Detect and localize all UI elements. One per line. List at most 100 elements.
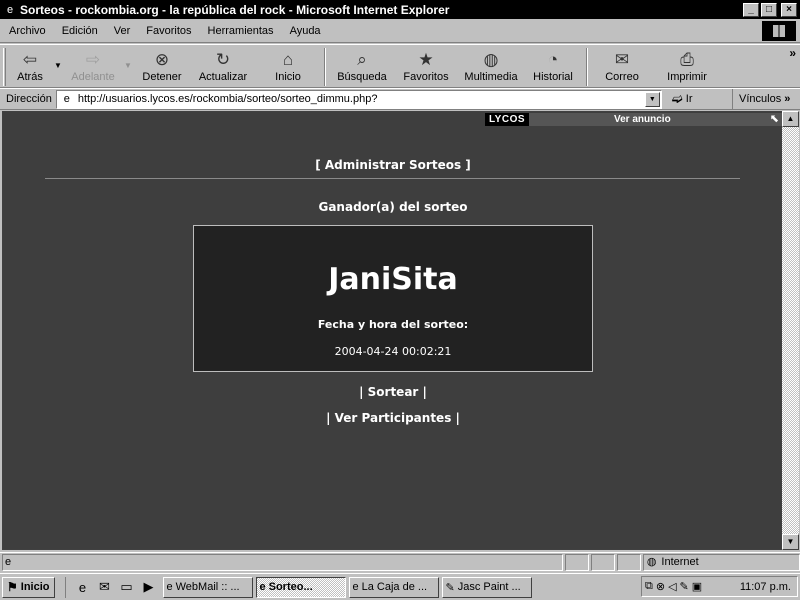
back-label: Atrás bbox=[17, 71, 43, 83]
browser-window: e Sorteos - rockombia.org - la república… bbox=[0, 0, 800, 600]
paint-task-icon: ✎ bbox=[445, 581, 455, 594]
start-label: Inicio bbox=[20, 581, 50, 593]
links-more-chevron: » bbox=[784, 93, 791, 105]
ad-banner[interactable]: Ver anuncio bbox=[529, 113, 783, 126]
ad-link[interactable]: Ver anuncio bbox=[614, 113, 671, 126]
network-icon[interactable]: ⧉ bbox=[645, 580, 653, 593]
search-label: Búsqueda bbox=[337, 71, 387, 83]
scroll-up-button[interactable]: ▲ bbox=[782, 111, 799, 127]
task-label: Sorteo... bbox=[268, 581, 313, 593]
history-label: Historial bbox=[533, 71, 573, 83]
home-label: Inicio bbox=[275, 71, 301, 83]
page-icon: e bbox=[63, 93, 70, 105]
ie-logo-icon: e bbox=[6, 3, 14, 16]
taskbar: ⚑ Inicio e ✉ ▭ ▶ e WebMail :: ... e Sorteo… bbox=[0, 573, 800, 600]
status-cell bbox=[591, 554, 615, 571]
go-button[interactable]: ➫ Ir bbox=[672, 91, 693, 107]
vertical-scrollbar[interactable]: ▲ ▼ bbox=[782, 111, 799, 550]
address-url[interactable]: http://usuarios.lycos.es/rockombia/sorte… bbox=[78, 93, 378, 105]
task-jasc-paint[interactable]: ✎ Jasc Paint ... bbox=[441, 576, 532, 598]
toolbar-grip[interactable] bbox=[3, 48, 6, 86]
show-desktop-icon[interactable]: ▭ bbox=[116, 579, 138, 595]
print-label: Imprimir bbox=[667, 71, 707, 83]
refresh-button[interactable]: ↻ Actualizar bbox=[190, 45, 256, 87]
windows-flag-icon: ⚑ bbox=[7, 580, 18, 594]
status-bar: e ◍ Internet bbox=[0, 552, 800, 572]
zone-label: Internet bbox=[661, 556, 699, 568]
search-button[interactable]: ⌕ Búsqueda bbox=[330, 45, 394, 87]
volume-icon[interactable]: ◁ bbox=[668, 580, 676, 593]
menu-archivo[interactable]: Archivo bbox=[0, 20, 53, 42]
outlook-quicklaunch-icon[interactable]: ✉ bbox=[94, 579, 116, 595]
favorites-button[interactable]: ★ Favoritos bbox=[394, 45, 458, 87]
maximize-button[interactable]: □ bbox=[761, 2, 777, 17]
mail-button[interactable]: ✉ Correo bbox=[592, 45, 652, 87]
tray-app-icon[interactable]: ⊗ bbox=[656, 580, 665, 593]
printer-icon: ⎙ bbox=[680, 50, 694, 69]
task-sorteos[interactable]: e Sorteo... bbox=[255, 576, 346, 598]
back-button[interactable]: ⇦ Atrás bbox=[8, 45, 52, 87]
expand-ad-icon[interactable]: ⬉ bbox=[770, 112, 779, 125]
view-participants-link[interactable]: | Ver Participantes | bbox=[3, 411, 783, 425]
lycos-logo[interactable]: LYCOS bbox=[485, 113, 529, 126]
menu-ayuda[interactable]: Ayuda bbox=[281, 20, 328, 42]
refresh-icon: ↻ bbox=[215, 50, 231, 69]
print-button[interactable]: ⎙ Imprimir bbox=[652, 45, 722, 87]
mail-label: Correo bbox=[605, 71, 639, 83]
start-button[interactable]: ⚑ Inicio bbox=[2, 576, 55, 598]
standard-toolbar: ⇦ Atrás ▼ ⇨ Adelante ▼ ⊗ Detener ↻ Actua… bbox=[0, 44, 800, 88]
task-la-caja[interactable]: e La Caja de ... bbox=[348, 576, 439, 598]
toolbar-separator bbox=[324, 48, 326, 86]
search-icon: ⌕ bbox=[357, 50, 367, 69]
toolbar-more-chevron[interactable]: » bbox=[789, 46, 796, 60]
home-button[interactable]: ⌂ Inicio bbox=[256, 45, 320, 87]
media-globe-icon: ◍ bbox=[483, 50, 499, 69]
forward-arrow-icon: ⇨ bbox=[85, 50, 101, 69]
task-webmail[interactable]: e WebMail :: ... bbox=[162, 576, 253, 598]
clock[interactable]: 11:07 p.m. bbox=[740, 581, 791, 593]
stop-button[interactable]: ⊗ Detener bbox=[134, 45, 190, 87]
links-button[interactable]: Vínculos » bbox=[732, 89, 790, 109]
media-player-icon[interactable]: ▶ bbox=[138, 579, 160, 595]
toolbar-separator bbox=[586, 48, 588, 86]
go-arrow-icon: ➫ bbox=[671, 91, 683, 106]
forward-button[interactable]: ⇨ Adelante bbox=[64, 45, 122, 87]
media-label: Multimedia bbox=[464, 71, 518, 83]
title-bar[interactable]: e Sorteos - rockombia.org - la república… bbox=[0, 0, 800, 19]
minimize-button[interactable]: _ bbox=[743, 2, 759, 17]
back-dropdown-arrow[interactable]: ▼ bbox=[52, 45, 64, 87]
address-label: Dirección bbox=[6, 93, 52, 105]
winner-heading: Ganador(a) del sorteo bbox=[318, 200, 468, 214]
admin-sorteos-link[interactable]: [ Administrar Sorteos ] bbox=[3, 158, 783, 172]
windows-logo-icon bbox=[762, 21, 796, 41]
close-button[interactable]: × bbox=[781, 2, 797, 17]
favorites-folder-icon: ★ bbox=[418, 50, 434, 69]
ie-task-icon: e bbox=[352, 581, 359, 593]
scroll-down-button[interactable]: ▼ bbox=[782, 534, 799, 550]
forward-dropdown-arrow[interactable]: ▼ bbox=[122, 45, 134, 87]
media-button[interactable]: ◍ Multimedia bbox=[458, 45, 524, 87]
security-zone[interactable]: ◍ Internet bbox=[642, 554, 800, 571]
links-label: Vínculos bbox=[739, 93, 782, 105]
address-dropdown-button[interactable]: ▼ bbox=[644, 91, 660, 107]
stop-label: Detener bbox=[142, 71, 182, 83]
address-input[interactable]: e http://usuarios.lycos.es/rockombia/sor… bbox=[55, 89, 662, 109]
history-button[interactable]: ◔ Historial bbox=[524, 45, 582, 87]
menu-bar: Archivo Edición Ver Favoritos Herramient… bbox=[0, 19, 800, 43]
go-label: Ir bbox=[685, 93, 693, 105]
winner-box: JaniSita Fecha y hora del sorteo: 2004-0… bbox=[193, 225, 593, 372]
forward-label: Adelante bbox=[71, 71, 115, 83]
menu-herramientas[interactable]: Herramientas bbox=[199, 20, 281, 42]
menu-favoritos[interactable]: Favoritos bbox=[137, 20, 198, 42]
ie-quicklaunch-icon[interactable]: e bbox=[72, 580, 94, 595]
draw-link[interactable]: | Sortear | bbox=[3, 385, 783, 399]
menu-ver[interactable]: Ver bbox=[105, 20, 138, 42]
ie-task-icon: e bbox=[259, 581, 266, 593]
menu-edicion[interactable]: Edición bbox=[53, 20, 105, 42]
webmail-task-icon: e bbox=[166, 581, 173, 593]
status-cell bbox=[565, 554, 590, 571]
task-label: Jasc Paint ... bbox=[457, 581, 521, 593]
network-connections-icon[interactable]: ▣ bbox=[692, 580, 702, 593]
tray-app-icon[interactable]: ✎ bbox=[680, 580, 689, 593]
home-icon: ⌂ bbox=[282, 50, 294, 69]
